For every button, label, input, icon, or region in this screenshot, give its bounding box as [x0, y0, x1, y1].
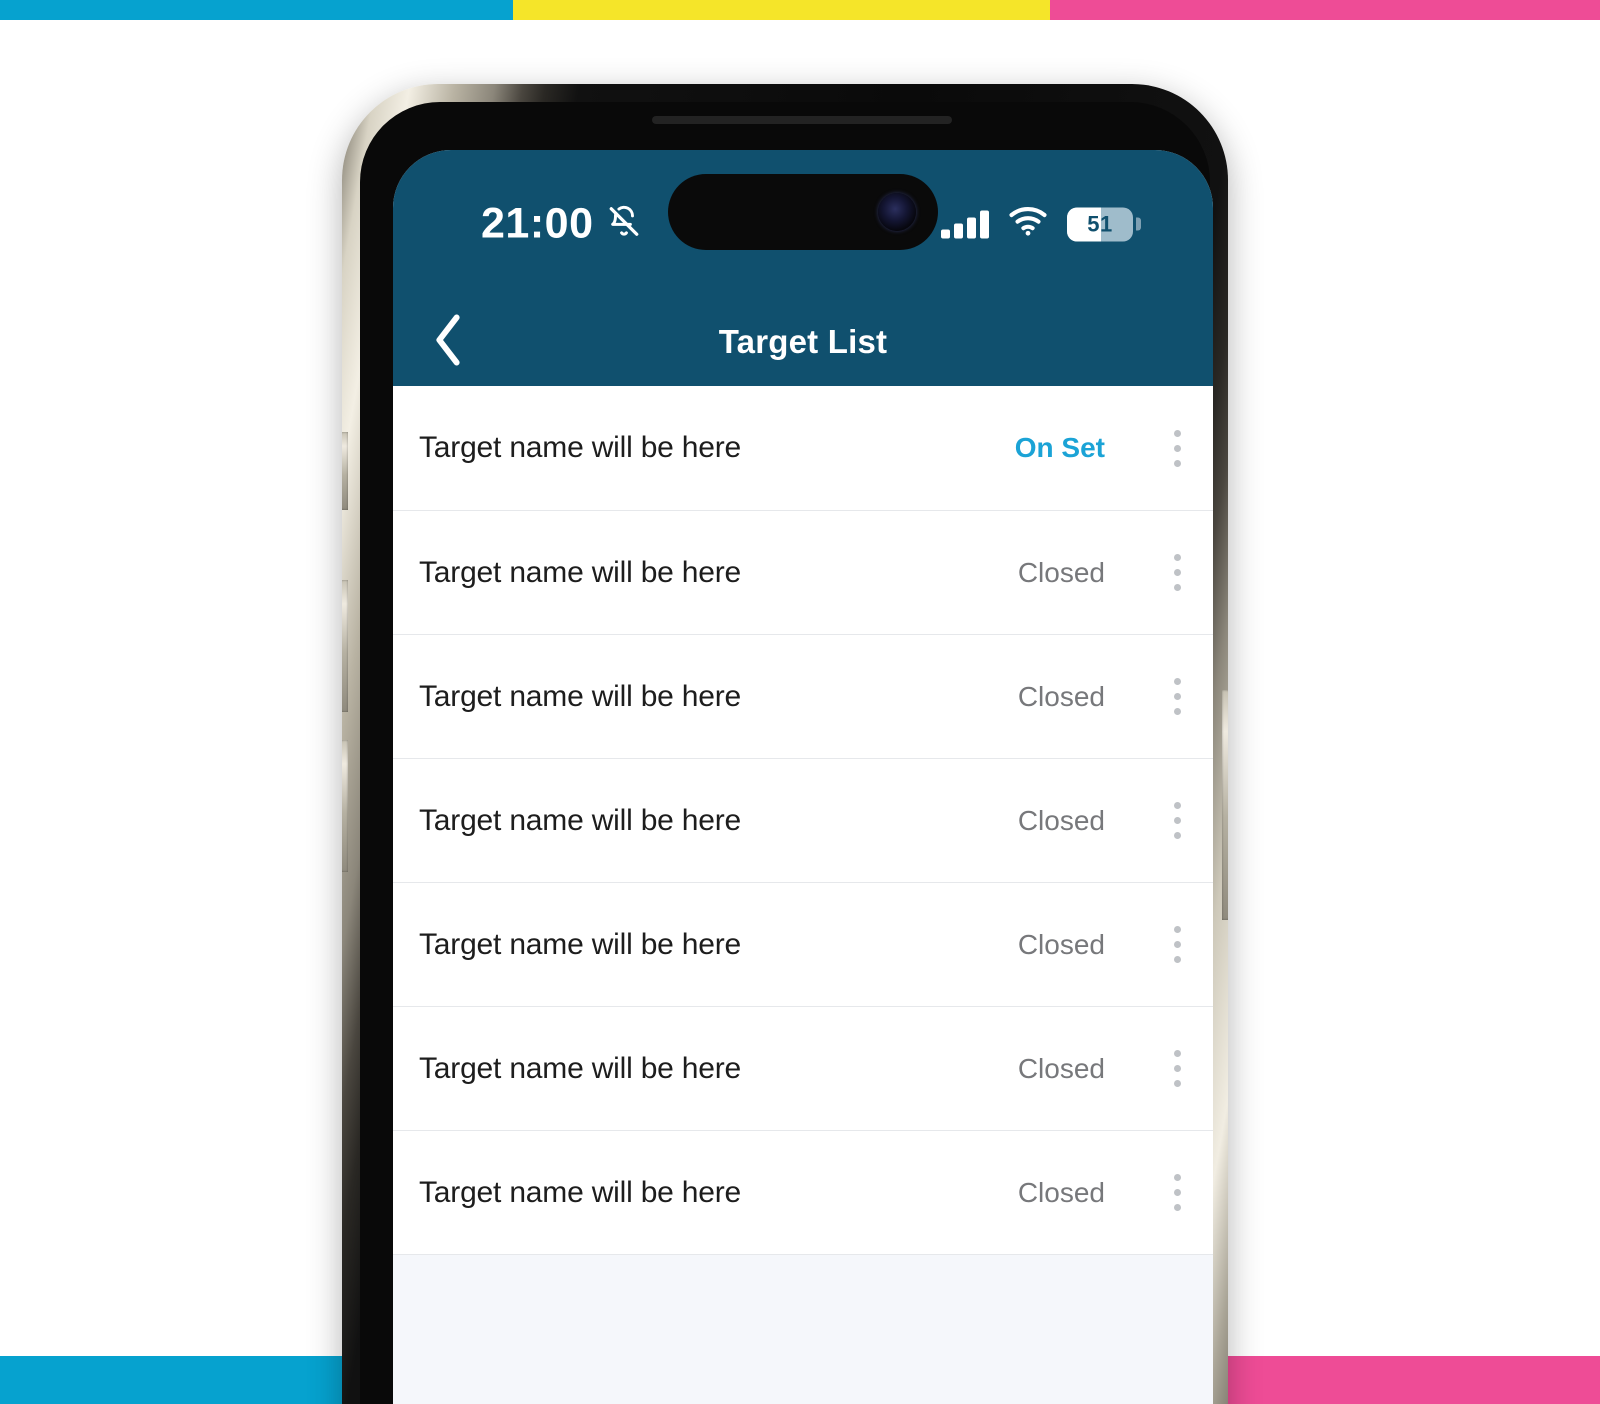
status-badge: Closed: [1017, 1176, 1105, 1208]
navigation-header: Target List: [393, 298, 1213, 386]
dynamic-island[interactable]: [668, 174, 938, 250]
status-badge: Closed: [1017, 556, 1105, 588]
earpiece-speaker-grille: [652, 116, 952, 124]
table-row[interactable]: Target name will be here Closed: [393, 1130, 1213, 1254]
cellular-signal-icon: [941, 210, 989, 238]
table-row[interactable]: Target name will be here Closed: [393, 510, 1213, 634]
decor-bar-yellow-top: [513, 0, 1050, 20]
status-badge: Closed: [1017, 1052, 1105, 1084]
table-row[interactable]: Target name will be here Closed: [393, 758, 1213, 882]
target-name-label: Target name will be here: [419, 1175, 742, 1209]
decor-bar-pink-bottom: [1228, 1356, 1600, 1404]
bell-muted-icon: [607, 205, 641, 244]
target-name-label: Target name will be here: [419, 803, 742, 837]
decor-bar-cyan-top: [0, 0, 513, 20]
battery-percent-label: 51: [1087, 211, 1113, 236]
table-row[interactable]: Target name will be here Closed: [393, 1006, 1213, 1130]
table-row[interactable]: Target name will be here Closed: [393, 634, 1213, 758]
battery-indicator: 51: [1067, 207, 1141, 241]
kebab-menu-icon[interactable]: [1149, 785, 1205, 857]
kebab-menu-icon[interactable]: [1149, 1157, 1205, 1229]
volume-up-button[interactable]: [342, 580, 348, 712]
status-bar-right-group: 51: [941, 207, 1141, 242]
target-name-label: Target name will be here: [419, 1051, 742, 1085]
status-bar-left-group: 21:00: [481, 200, 641, 249]
battery-icon: 51: [1067, 207, 1133, 241]
status-clock: 21:00: [481, 199, 594, 248]
kebab-menu-icon[interactable]: [1149, 412, 1205, 484]
phone-bezel: 21:00 51 Target List Target name will be…: [360, 102, 1213, 1404]
status-badge: On Set: [1014, 432, 1105, 463]
kebab-menu-icon[interactable]: [1149, 661, 1205, 733]
kebab-menu-icon[interactable]: [1149, 537, 1205, 609]
target-name-label: Target name will be here: [419, 927, 742, 961]
list-empty-area: [393, 1254, 1213, 1404]
target-list: Target name will be here On Set Target nam…: [393, 386, 1213, 1254]
phone-screen: 21:00 51 Target List Target name will be…: [393, 150, 1213, 1404]
phone-device-frame: 21:00 51 Target List Target name will be…: [342, 84, 1228, 1404]
power-button[interactable]: [1222, 690, 1228, 920]
kebab-menu-icon[interactable]: [1149, 1033, 1205, 1105]
chevron-left-icon: [431, 314, 465, 371]
wifi-icon: [1009, 207, 1047, 242]
status-badge: Closed: [1017, 680, 1105, 712]
battery-cap: [1136, 217, 1141, 231]
screenshot-canvas: 21:00 51 Target List Target name will be…: [0, 0, 1600, 1404]
target-name-label: Target name will be here: [419, 555, 742, 589]
status-badge: Closed: [1017, 928, 1105, 960]
action-button[interactable]: [342, 432, 348, 510]
decor-bar-pink-top: [1050, 0, 1600, 20]
page-title: Target List: [718, 323, 888, 360]
table-row[interactable]: Target name will be here Closed: [393, 882, 1213, 1006]
front-camera-lens: [878, 193, 916, 231]
table-row[interactable]: Target name will be here On Set: [393, 386, 1213, 510]
kebab-menu-icon[interactable]: [1149, 909, 1205, 981]
target-name-label: Target name will be here: [419, 679, 742, 713]
status-badge: Closed: [1017, 804, 1105, 836]
back-button[interactable]: [417, 311, 479, 373]
target-name-label: Target name will be here: [419, 431, 742, 464]
volume-down-button[interactable]: [342, 740, 348, 872]
decor-bar-cyan-bottom: [0, 1356, 342, 1404]
status-bar: 21:00 51: [393, 150, 1213, 298]
